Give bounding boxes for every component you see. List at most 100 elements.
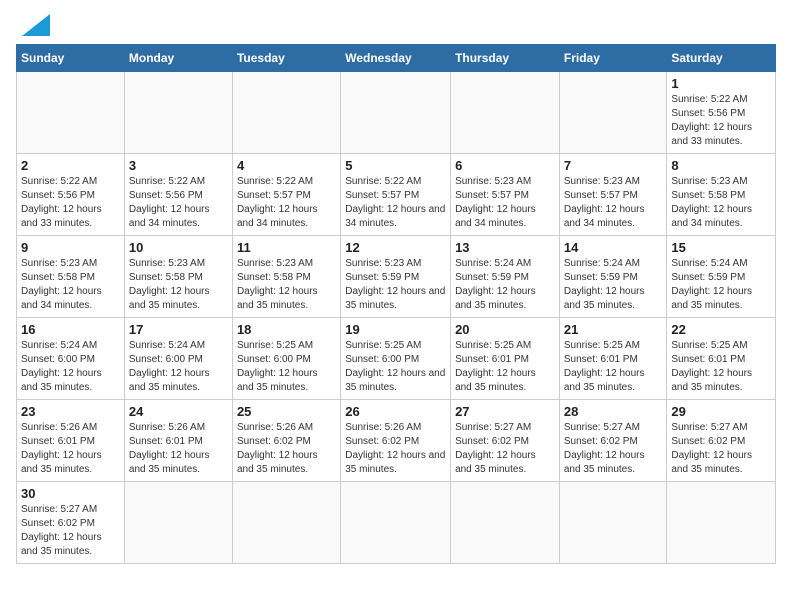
day-number: 12 (345, 240, 446, 255)
day-cell: 4Sunrise: 5:22 AM Sunset: 5:57 PM Daylig… (232, 154, 340, 236)
header-cell-sunday: Sunday (17, 45, 125, 72)
day-number: 11 (237, 240, 336, 255)
week-row-2: 9 Sunrise: 5:23 AM Sunset: 5:58 PM Daylig… (17, 236, 776, 318)
day-info: Sunrise: 5:25 AM Sunset: 6:00 PM Dayligh… (345, 339, 446, 395)
day-number: 7 (564, 158, 663, 173)
day-cell: 1 Sunrise: 5:22 AM Sunset: 5:56 PM Daylig… (667, 72, 776, 154)
day-number: 17 (129, 322, 228, 337)
day-number: 19 (345, 322, 446, 337)
day-cell (559, 482, 667, 564)
day-info: Sunrise: 5:24 AM Sunset: 5:59 PM Dayligh… (455, 257, 555, 313)
day-number: 8 (671, 158, 771, 173)
day-info: Sunrise: 5:22 AM Sunset: 5:56 PM Dayligh… (671, 93, 771, 149)
day-info: Sunrise: 5:25 AM Sunset: 6:01 PM Dayligh… (564, 339, 663, 395)
week-row-3: 16 Sunrise: 5:24 AM Sunset: 6:00 PM Dayli… (17, 318, 776, 400)
day-cell: 28 Sunrise: 5:27 AM Sunset: 6:02 PM Dayli… (559, 400, 667, 482)
day-number: 1 (671, 76, 771, 91)
header-cell-saturday: Saturday (667, 45, 776, 72)
day-info: Sunrise: 5:22 AM Sunset: 5:57 PM Dayligh… (237, 175, 336, 231)
day-number: 24 (129, 404, 228, 419)
day-cell: 23Sunrise: 5:26 AM Sunset: 6:01 PM Dayli… (17, 400, 125, 482)
day-info: Sunrise: 5:23 AM Sunset: 5:57 PM Dayligh… (455, 175, 555, 231)
day-number: 5 (345, 158, 446, 173)
week-row-0: 1 Sunrise: 5:22 AM Sunset: 5:56 PM Daylig… (17, 72, 776, 154)
day-info: Sunrise: 5:23 AM Sunset: 5:58 PM Dayligh… (671, 175, 771, 231)
day-number: 23 (21, 404, 120, 419)
header-cell-wednesday: Wednesday (341, 45, 451, 72)
day-info: Sunrise: 5:24 AM Sunset: 6:00 PM Dayligh… (21, 339, 120, 395)
day-info: Sunrise: 5:25 AM Sunset: 6:01 PM Dayligh… (455, 339, 555, 395)
day-number: 18 (237, 322, 336, 337)
day-cell (667, 482, 776, 564)
day-cell (124, 72, 232, 154)
day-cell: 12 Sunrise: 5:23 AM Sunset: 5:59 PM Dayli… (341, 236, 451, 318)
page-header (16, 16, 776, 36)
day-info: Sunrise: 5:27 AM Sunset: 6:02 PM Dayligh… (564, 421, 663, 477)
day-cell: 14Sunrise: 5:24 AM Sunset: 5:59 PM Dayli… (559, 236, 667, 318)
day-info: Sunrise: 5:26 AM Sunset: 6:02 PM Dayligh… (345, 421, 446, 477)
day-cell: 5 Sunrise: 5:22 AM Sunset: 5:57 PM Daylig… (341, 154, 451, 236)
day-info: Sunrise: 5:24 AM Sunset: 5:59 PM Dayligh… (564, 257, 663, 313)
day-info: Sunrise: 5:23 AM Sunset: 5:59 PM Dayligh… (345, 257, 446, 313)
header-cell-friday: Friday (559, 45, 667, 72)
day-number: 6 (455, 158, 555, 173)
day-info: Sunrise: 5:22 AM Sunset: 5:56 PM Dayligh… (129, 175, 228, 231)
header-cell-tuesday: Tuesday (232, 45, 340, 72)
day-info: Sunrise: 5:26 AM Sunset: 6:01 PM Dayligh… (129, 421, 228, 477)
day-cell (232, 482, 340, 564)
logo (16, 16, 50, 36)
day-info: Sunrise: 5:27 AM Sunset: 6:02 PM Dayligh… (455, 421, 555, 477)
day-number: 13 (455, 240, 555, 255)
day-cell: 30 Sunrise: 5:27 AM Sunset: 6:02 PM Dayli… (17, 482, 125, 564)
calendar-table: SundayMondayTuesdayWednesdayThursdayFrid… (16, 44, 776, 564)
day-number: 28 (564, 404, 663, 419)
day-cell: 24 Sunrise: 5:26 AM Sunset: 6:01 PM Dayli… (124, 400, 232, 482)
day-cell: 25 Sunrise: 5:26 AM Sunset: 6:02 PM Dayli… (232, 400, 340, 482)
day-number: 16 (21, 322, 120, 337)
day-cell: 10Sunrise: 5:23 AM Sunset: 5:58 PM Dayli… (124, 236, 232, 318)
day-number: 10 (129, 240, 228, 255)
header-cell-thursday: Thursday (451, 45, 560, 72)
day-number: 9 (21, 240, 120, 255)
day-cell: 8 Sunrise: 5:23 AM Sunset: 5:58 PM Daylig… (667, 154, 776, 236)
day-info: Sunrise: 5:22 AM Sunset: 5:56 PM Dayligh… (21, 175, 120, 231)
day-cell: 3Sunrise: 5:22 AM Sunset: 5:56 PM Daylig… (124, 154, 232, 236)
day-info: Sunrise: 5:26 AM Sunset: 6:02 PM Dayligh… (237, 421, 336, 477)
day-cell: 15Sunrise: 5:24 AM Sunset: 5:59 PM Dayli… (667, 236, 776, 318)
day-number: 20 (455, 322, 555, 337)
day-cell (341, 72, 451, 154)
day-cell: 6 Sunrise: 5:23 AM Sunset: 5:57 PM Daylig… (451, 154, 560, 236)
day-cell: 16 Sunrise: 5:24 AM Sunset: 6:00 PM Dayli… (17, 318, 125, 400)
header-row: SundayMondayTuesdayWednesdayThursdayFrid… (17, 45, 776, 72)
day-cell: 19 Sunrise: 5:25 AM Sunset: 6:00 PM Dayli… (341, 318, 451, 400)
day-cell (559, 72, 667, 154)
day-cell: 9 Sunrise: 5:23 AM Sunset: 5:58 PM Daylig… (17, 236, 125, 318)
calendar-body: 1 Sunrise: 5:22 AM Sunset: 5:56 PM Daylig… (17, 72, 776, 564)
day-info: Sunrise: 5:25 AM Sunset: 6:00 PM Dayligh… (237, 339, 336, 395)
day-number: 25 (237, 404, 336, 419)
day-cell (451, 72, 560, 154)
day-info: Sunrise: 5:24 AM Sunset: 6:00 PM Dayligh… (129, 339, 228, 395)
week-row-1: 2 Sunrise: 5:22 AM Sunset: 5:56 PM Daylig… (17, 154, 776, 236)
day-cell (232, 72, 340, 154)
day-cell: 21Sunrise: 5:25 AM Sunset: 6:01 PM Dayli… (559, 318, 667, 400)
day-info: Sunrise: 5:24 AM Sunset: 5:59 PM Dayligh… (671, 257, 771, 313)
header-cell-monday: Monday (124, 45, 232, 72)
day-number: 30 (21, 486, 120, 501)
calendar-header: SundayMondayTuesdayWednesdayThursdayFrid… (17, 45, 776, 72)
day-cell: 26Sunrise: 5:26 AM Sunset: 6:02 PM Dayli… (341, 400, 451, 482)
day-info: Sunrise: 5:22 AM Sunset: 5:57 PM Dayligh… (345, 175, 446, 231)
day-info: Sunrise: 5:23 AM Sunset: 5:58 PM Dayligh… (21, 257, 120, 313)
day-cell: 17 Sunrise: 5:24 AM Sunset: 6:00 PM Dayli… (124, 318, 232, 400)
day-cell: 29Sunrise: 5:27 AM Sunset: 6:02 PM Dayli… (667, 400, 776, 482)
day-cell: 11 Sunrise: 5:23 AM Sunset: 5:58 PM Dayli… (232, 236, 340, 318)
day-cell (341, 482, 451, 564)
day-number: 2 (21, 158, 120, 173)
day-cell: 27Sunrise: 5:27 AM Sunset: 6:02 PM Dayli… (451, 400, 560, 482)
day-info: Sunrise: 5:27 AM Sunset: 6:02 PM Dayligh… (21, 503, 120, 559)
day-cell: 20 Sunrise: 5:25 AM Sunset: 6:01 PM Dayli… (451, 318, 560, 400)
day-cell: 13 Sunrise: 5:24 AM Sunset: 5:59 PM Dayli… (451, 236, 560, 318)
day-cell (17, 72, 125, 154)
day-info: Sunrise: 5:25 AM Sunset: 6:01 PM Dayligh… (671, 339, 771, 395)
day-info: Sunrise: 5:23 AM Sunset: 5:58 PM Dayligh… (237, 257, 336, 313)
